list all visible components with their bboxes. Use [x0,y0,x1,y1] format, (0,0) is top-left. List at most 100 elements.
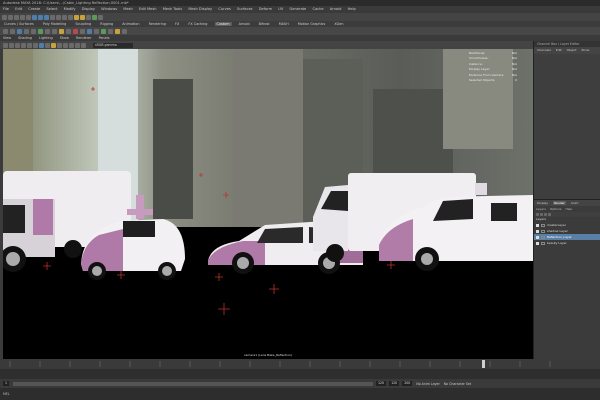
menu-channels[interactable]: Channels [537,48,551,52]
resolution-gate-icon[interactable] [75,42,80,48]
snap-curve-icon[interactable] [56,14,61,20]
undo-icon[interactable] [20,14,25,20]
panel-menu-view[interactable]: View [3,36,11,40]
render-icon[interactable] [74,14,79,20]
layer-row[interactable]: beauty Layer [534,240,600,246]
timeline[interactable] [0,369,600,379]
open-scene-icon[interactable] [8,14,13,20]
shelf-tool-icon[interactable] [59,28,64,34]
render-toggle-checkbox[interactable] [536,223,539,227]
new-scene-icon[interactable] [2,14,7,20]
menu-mesh[interactable]: Mesh [123,7,132,11]
move-layer-down-icon[interactable] [540,213,543,216]
menu-edit[interactable]: Edit [556,48,562,52]
wireframe-icon[interactable] [33,42,38,48]
new-layer-selected-icon[interactable] [548,213,551,216]
shelf-tab-bifrost[interactable]: Bifrost [257,22,272,26]
menu-mesh-display[interactable]: Mesh Display [188,7,212,11]
shelf-tool-icon[interactable] [73,28,78,34]
shelf-tab-mash[interactable]: MASH [277,22,291,26]
shelf-tool-icon[interactable] [24,28,29,34]
hypershade-icon[interactable] [92,14,97,20]
snap-grid-icon[interactable] [50,14,55,20]
shelf-tab-curves[interactable]: Curves / Surfaces [2,22,36,26]
range-current-field[interactable]: 120 [376,381,387,386]
panel-menu-lighting[interactable]: Lighting [39,36,53,40]
shelf-tool-icon[interactable] [87,28,92,34]
menu-help[interactable]: Help [565,207,572,211]
bookmark-icon[interactable] [15,42,20,48]
shelf-tool-icon[interactable] [10,28,15,34]
textured-icon[interactable] [45,42,50,48]
panel-menu-show[interactable]: Show [60,36,69,40]
range-end2-field[interactable]: 200 [402,381,413,386]
panel-menu-panels[interactable]: Panels [99,36,110,40]
shelf-tab-xgen[interactable]: XGen [332,22,345,26]
select-component-icon[interactable] [44,14,49,20]
menu-edit-mesh[interactable]: Edit Mesh [139,7,157,11]
shelf-tool-icon[interactable] [108,28,113,34]
menu-curves[interactable]: Curves [218,7,230,11]
ipr-render-icon[interactable] [80,14,85,20]
xray-icon[interactable] [69,42,74,48]
menu-show[interactable]: Show [581,48,589,52]
time-slider[interactable] [0,359,600,369]
shelf-tool-icon[interactable] [45,28,50,34]
gate-mask-icon[interactable] [81,42,86,48]
shelf-tab-arnold[interactable]: Arnold [237,22,252,26]
grid-icon[interactable] [27,42,32,48]
camera-attributes-icon[interactable] [9,42,14,48]
shelf-tab-fx[interactable]: FX [173,22,181,26]
menu-create[interactable]: Create [28,7,40,11]
menu-surfaces[interactable]: Surfaces [237,7,253,11]
shelf-tool-icon[interactable] [80,28,85,34]
shelf-tab-motion-graphics[interactable]: Motion Graphics [296,22,328,26]
shelf-tool-icon[interactable] [94,28,99,34]
menu-display[interactable]: Display [82,7,95,11]
new-layer-icon[interactable] [544,213,547,216]
menu-file[interactable]: File [3,7,9,11]
menu-layers[interactable]: Layers [536,207,546,211]
shelf-tool-icon[interactable] [31,28,36,34]
move-layer-up-icon[interactable] [536,213,539,216]
shelf-tab-animation[interactable]: Animation [120,22,141,26]
arnold-render-view-icon[interactable] [98,14,103,20]
command-language-label[interactable]: MEL [3,392,10,396]
viewport-3d[interactable]: Backfaces: N/A Smoothness: N/A Instance: N/… [3,49,533,359]
tab-render[interactable]: Render [553,201,566,205]
shelf-tab-poly-modeling[interactable]: Poly Modeling [41,22,68,26]
anim-layer-label[interactable]: No Anim Layer [416,382,439,386]
shelf-tab-rigging[interactable]: Rigging [98,22,115,26]
snap-surface-icon[interactable] [68,14,73,20]
shelf-tool-icon[interactable] [66,28,71,34]
render-toggle-checkbox[interactable] [536,229,539,233]
menu-uv[interactable]: UV [278,7,283,11]
shelf-tool-icon[interactable] [38,28,43,34]
menu-options[interactable]: Options [550,207,562,211]
panel-menu-renderer[interactable]: Renderer [76,36,91,40]
select-hierarchy-icon[interactable] [32,14,37,20]
smooth-shade-icon[interactable] [39,42,44,48]
shelf-tool-icon[interactable] [122,28,127,34]
isolate-select-icon[interactable] [63,42,68,48]
shadows-icon[interactable] [57,42,62,48]
save-scene-icon[interactable] [14,14,19,20]
range-end-field[interactable]: 120 [389,381,400,386]
image-plane-icon[interactable] [21,42,26,48]
menu-mesh-tools[interactable]: Mesh Tools [163,7,182,11]
menu-deform[interactable]: Deform [259,7,272,11]
menu-object[interactable]: Object [567,48,577,52]
color-management-select[interactable]: sRGB gamma [93,42,133,48]
menu-cache[interactable]: Cache [312,7,323,11]
shelf-tool-icon[interactable] [3,28,8,34]
panel-menu-shading[interactable]: Shading [18,36,32,40]
select-object-icon[interactable] [38,14,43,20]
shelf-tool-icon[interactable] [17,28,22,34]
camera-icon[interactable] [3,42,8,48]
shelf-tool-icon[interactable] [115,28,120,34]
character-set-label[interactable]: No Character Set [444,382,471,386]
command-line[interactable]: MEL [0,388,600,400]
menu-arnold[interactable]: Arnold [330,7,342,11]
render-settings-icon[interactable] [86,14,91,20]
shelf-tab-rendering[interactable]: Rendering [147,22,168,26]
